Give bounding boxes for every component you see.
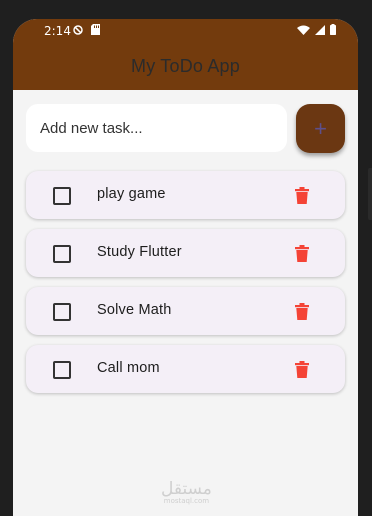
task-label: Study Flutter bbox=[97, 244, 182, 260]
phone-side-button bbox=[368, 168, 372, 220]
trash-icon[interactable] bbox=[292, 185, 312, 205]
battery-icon bbox=[330, 24, 336, 38]
new-task-row: + bbox=[26, 104, 346, 154]
watermark-subtext: mostaql.com bbox=[163, 497, 210, 505]
task-checkbox[interactable] bbox=[53, 361, 71, 379]
status-bar: 2:14 bbox=[13, 19, 358, 43]
plus-icon: + bbox=[314, 115, 327, 141]
watermark-logo: مستقل mostaql.com bbox=[161, 479, 212, 505]
sd-card-icon bbox=[91, 24, 100, 38]
task-checkbox[interactable] bbox=[53, 187, 71, 205]
task-item: Call mom bbox=[26, 345, 345, 393]
phone-frame: 2:14 My ToDo App Add new task... + play … bbox=[0, 0, 372, 516]
task-item: play game bbox=[26, 171, 345, 219]
task-label: play game bbox=[97, 186, 166, 202]
task-item: Study Flutter bbox=[26, 229, 345, 277]
task-label: Call mom bbox=[97, 360, 160, 376]
status-time: 2:14 bbox=[44, 24, 71, 38]
task-list: play game Study Flutter Solve Math Call … bbox=[26, 171, 346, 403]
status-icons-right bbox=[297, 24, 336, 38]
task-item: Solve Math bbox=[26, 287, 345, 335]
task-checkbox[interactable] bbox=[53, 303, 71, 321]
trash-icon[interactable] bbox=[292, 359, 312, 379]
signal-icon bbox=[315, 24, 325, 38]
add-task-button[interactable]: + bbox=[296, 104, 345, 153]
app-screen: 2:14 My ToDo App Add new task... + play … bbox=[13, 19, 358, 516]
status-icons-left bbox=[73, 24, 100, 38]
trash-icon[interactable] bbox=[292, 243, 312, 263]
app-bar: My ToDo App bbox=[13, 43, 358, 90]
new-task-input[interactable] bbox=[26, 104, 287, 152]
app-title: My ToDo App bbox=[131, 56, 240, 76]
do-not-disturb-icon bbox=[73, 24, 83, 38]
watermark-text: مستقل bbox=[161, 479, 212, 499]
task-checkbox[interactable] bbox=[53, 245, 71, 263]
task-label: Solve Math bbox=[97, 302, 172, 318]
trash-icon[interactable] bbox=[292, 301, 312, 321]
wifi-icon bbox=[297, 24, 310, 38]
